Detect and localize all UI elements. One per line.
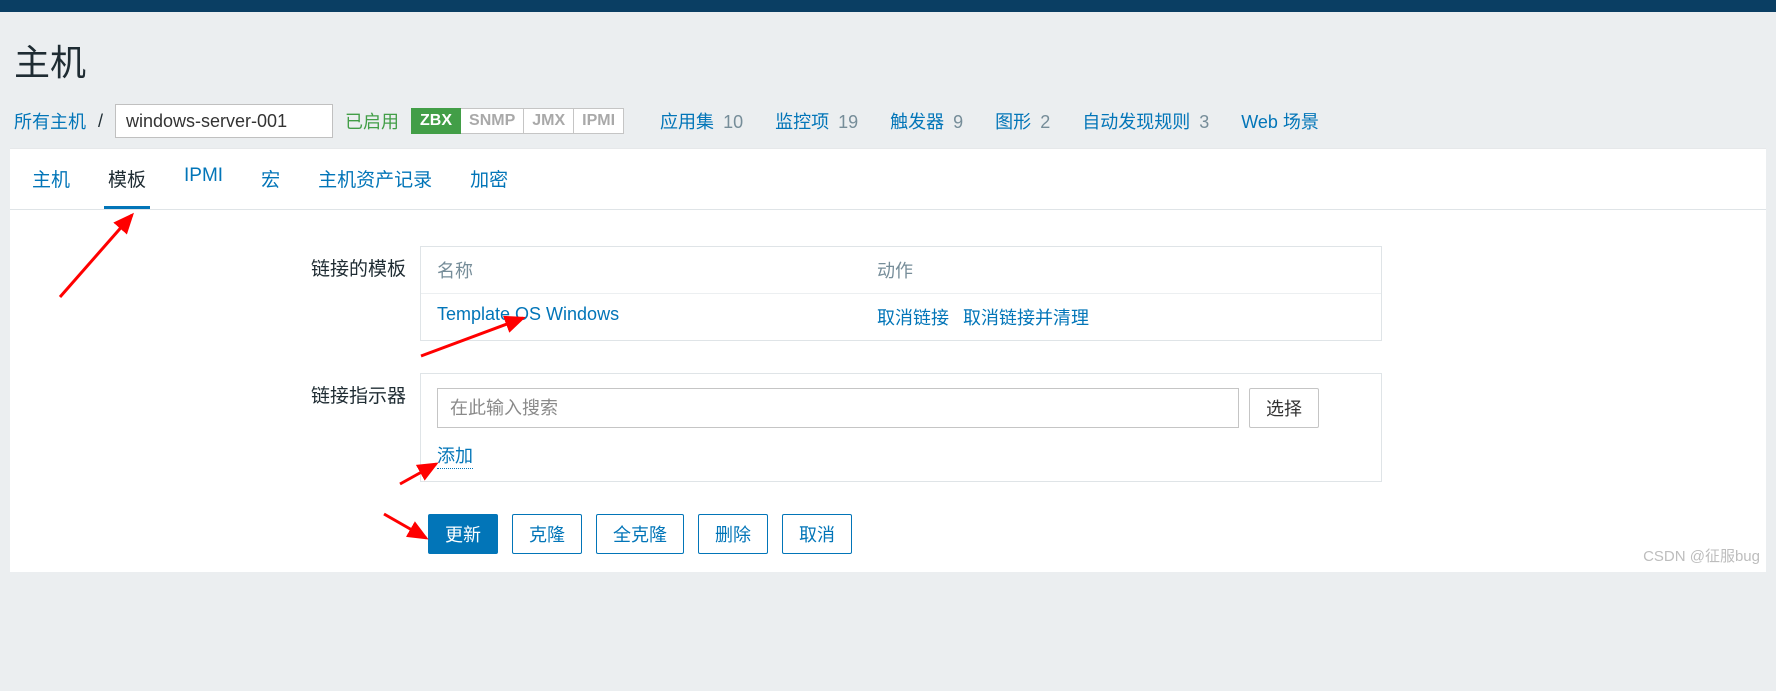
status-enabled: 已启用 — [345, 108, 399, 134]
tab-encryption[interactable]: 加密 — [466, 149, 512, 209]
triggers-link[interactable]: 触发器 9 — [890, 108, 963, 134]
template-search-input[interactable] — [437, 388, 1239, 428]
action-buttons: 更新 克隆 全克隆 删除 取消 — [428, 514, 1766, 554]
all-hosts-link[interactable]: 所有主机 — [14, 108, 86, 134]
delete-button[interactable]: 删除 — [698, 514, 768, 554]
badge-zbx: ZBX — [411, 108, 461, 134]
badge-ipmi: IPMI — [574, 108, 624, 134]
badge-snmp: SNMP — [461, 108, 524, 134]
web-scenarios-link[interactable]: Web 场景 — [1241, 108, 1319, 134]
tab-ipmi[interactable]: IPMI — [180, 149, 227, 209]
main-panel: 主机 模板 IPMI 宏 主机资产记录 加密 链接的模板 名称 动作 Templ… — [10, 148, 1766, 572]
select-button[interactable]: 选择 — [1249, 388, 1319, 428]
update-button[interactable]: 更新 — [428, 514, 498, 554]
tab-macros[interactable]: 宏 — [257, 149, 284, 209]
badge-jmx: JMX — [524, 108, 574, 134]
breadcrumb-separator: / — [98, 111, 103, 132]
full-clone-button[interactable]: 全克隆 — [596, 514, 684, 554]
cancel-button[interactable]: 取消 — [782, 514, 852, 554]
unlink-clear-link[interactable]: 取消链接并清理 — [963, 304, 1089, 330]
tabs: 主机 模板 IPMI 宏 主机资产记录 加密 — [10, 149, 1766, 210]
link-new-box: 选择 添加 — [420, 373, 1382, 482]
linked-templates-label: 链接的模板 — [10, 246, 420, 281]
watermark: CSDN @征服bug — [1643, 545, 1760, 566]
host-info-bar: 所有主机 / 已启用 ZBX SNMP JMX IPMI 应用集 10 监控项 … — [0, 104, 1776, 148]
tab-templates[interactable]: 模板 — [104, 149, 150, 209]
col-action: 动作 — [877, 257, 1365, 283]
tab-inventory[interactable]: 主机资产记录 — [314, 149, 436, 209]
interface-badges: ZBX SNMP JMX IPMI — [411, 108, 624, 134]
clone-button[interactable]: 克隆 — [512, 514, 582, 554]
template-name-link[interactable]: Template OS Windows — [437, 304, 619, 324]
col-name: 名称 — [437, 257, 877, 283]
discovery-link[interactable]: 自动发现规则 3 — [1082, 108, 1209, 134]
tab-host[interactable]: 主机 — [28, 149, 74, 209]
items-link[interactable]: 监控项 19 — [775, 108, 858, 134]
table-row: Template OS Windows 取消链接 取消链接并清理 — [421, 294, 1381, 340]
host-name-input[interactable] — [115, 104, 333, 138]
unlink-link[interactable]: 取消链接 — [877, 304, 949, 330]
link-new-label: 链接指示器 — [10, 373, 420, 408]
linked-templates-table: 名称 动作 Template OS Windows 取消链接 取消链接并清理 — [420, 246, 1382, 341]
top-nav — [0, 0, 1776, 12]
page-title: 主机 — [0, 12, 1776, 104]
graphs-link[interactable]: 图形 2 — [995, 108, 1050, 134]
add-link[interactable]: 添加 — [437, 442, 473, 469]
applications-link[interactable]: 应用集 10 — [660, 108, 743, 134]
